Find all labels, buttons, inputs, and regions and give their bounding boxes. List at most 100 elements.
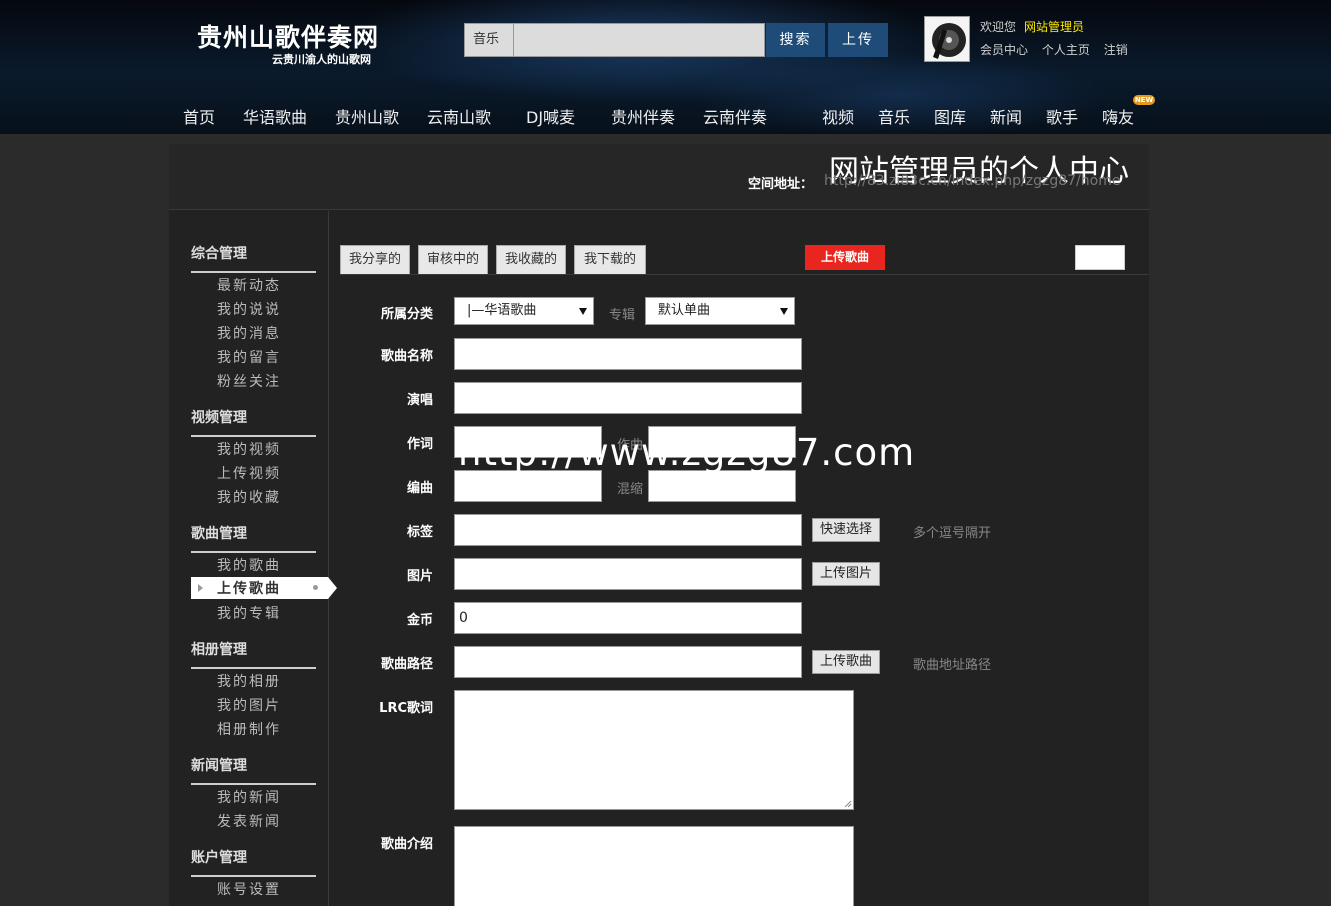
nav-item-friends[interactable]: 嗨友 <box>1102 104 1134 128</box>
avatar-image <box>925 17 969 61</box>
sidebar-item-my-news[interactable]: 我的新闻 <box>217 787 281 807</box>
site-logo-title[interactable]: 贵州山歌伴奏网 <box>197 18 379 54</box>
nav-item-guizhou-accomp[interactable]: 贵州伴奏 <box>611 104 675 128</box>
sidebar-item-my-songs[interactable]: 我的歌曲 <box>217 555 281 575</box>
arranger-input[interactable] <box>454 470 602 502</box>
song-path-input[interactable] <box>454 646 802 678</box>
mixer-label: 混缩 <box>617 482 644 497</box>
image-label: 图片 <box>406 569 433 584</box>
watermark-text: http://www.zgzg87.com <box>458 431 916 474</box>
search-category-select[interactable]: 音乐 <box>465 24 514 56</box>
active-dot-icon <box>313 585 318 590</box>
sidebar-group-news: 新闻管理 <box>191 755 316 785</box>
sidebar-item-upload-video[interactable]: 上传视频 <box>217 463 281 483</box>
sidebar-item-latest-activity[interactable]: 最新动态 <box>217 275 281 295</box>
welcome-text: 欢迎您 网站管理员 <box>980 18 1084 35</box>
upload-image-button[interactable]: 上传图片 <box>812 562 880 586</box>
tags-hint: 多个逗号隔开 <box>913 526 992 541</box>
album-label: 专辑 <box>609 308 636 323</box>
sidebar-group-video: 视频管理 <box>191 407 316 437</box>
sidebar-item-album-maker[interactable]: 相册制作 <box>217 719 281 739</box>
nav-item-yunnan-folk[interactable]: 云南山歌 <box>427 104 491 128</box>
nav-item-home[interactable]: 首页 <box>183 104 215 128</box>
sidebar-item-my-messages[interactable]: 我的消息 <box>217 323 281 343</box>
nav-item-dj[interactable]: DJ喊麦 <box>526 104 575 128</box>
nav-item-guizhou-folk[interactable]: 贵州山歌 <box>335 104 399 128</box>
lyricist-label: 作词 <box>406 437 433 452</box>
lrc-textarea[interactable] <box>454 690 854 810</box>
arranger-label: 编曲 <box>406 481 433 496</box>
singer-label: 演唱 <box>406 393 433 408</box>
image-input[interactable] <box>454 558 802 590</box>
album-select[interactable]: 默认单曲 <box>645 297 795 325</box>
main-panel: 网站管理员的个人中心 空间地址： http://83.zi83c.cn/inde… <box>169 144 1149 906</box>
personal-home-link[interactable]: 个人主页 <box>1042 43 1090 57</box>
sidebar-group-songs: 歌曲管理 <box>191 523 316 553</box>
category-select[interactable]: |—华语歌曲 <box>454 297 594 325</box>
nav-item-yunnan-accomp[interactable]: 云南伴奏 <box>703 104 767 128</box>
nav-item-music[interactable]: 音乐 <box>878 104 910 128</box>
nav-item-news[interactable]: 新闻 <box>990 104 1022 128</box>
nav-item-gallery[interactable]: 图库 <box>934 104 966 128</box>
username-link[interactable]: 网站管理员 <box>1024 20 1084 34</box>
sidebar-item-my-posts[interactable]: 我的说说 <box>217 299 281 319</box>
tab-my-downloads[interactable]: 我下载的 <box>574 245 646 274</box>
sidebar-item-upload-song[interactable]: 上传歌曲 <box>191 577 337 599</box>
nav-item-video[interactable]: 视频 <box>822 104 854 128</box>
tab-upload-song[interactable]: 上传歌曲 <box>805 245 885 270</box>
resize-handle-icon[interactable] <box>844 800 852 808</box>
sidebar-group-account: 账户管理 <box>191 847 316 877</box>
song-name-input[interactable] <box>454 338 802 370</box>
search-button[interactable]: 搜索 <box>766 23 825 57</box>
sidebar-item-my-videos[interactable]: 我的视频 <box>217 439 281 459</box>
logout-link[interactable]: 注销 <box>1104 43 1128 57</box>
search-input[interactable] <box>515 24 764 56</box>
sidebar-item-publish-news[interactable]: 发表新闻 <box>217 811 281 831</box>
sidebar-item-my-albums-photo[interactable]: 我的相册 <box>217 671 281 691</box>
sidebar-item-account-settings[interactable]: 账号设置 <box>217 879 281 899</box>
avatar[interactable] <box>924 16 970 62</box>
quick-select-button[interactable]: 快速选择 <box>812 518 880 542</box>
sidebar-item-followers[interactable]: 粉丝关注 <box>217 371 281 391</box>
tab-my-shared[interactable]: 我分享的 <box>340 245 410 274</box>
coins-label: 金币 <box>406 613 433 628</box>
space-address-label: 空间地址： <box>748 177 814 192</box>
tab-under-review[interactable]: 审核中的 <box>418 245 488 274</box>
new-badge: NEW <box>1133 95 1155 105</box>
member-center-link[interactable]: 会员中心 <box>980 43 1028 57</box>
site-logo-subtitle: 云贵川渝人的山歌网 <box>272 53 371 66</box>
tags-input[interactable] <box>454 514 802 546</box>
sidebar-item-my-comments[interactable]: 我的留言 <box>217 347 281 367</box>
blank-button[interactable] <box>1075 245 1125 270</box>
sidebar-item-my-favorites[interactable]: 我的收藏 <box>217 487 281 507</box>
active-triangle-icon <box>198 584 203 592</box>
lrc-label: LRC歌词 <box>379 701 433 716</box>
active-arrow-icon <box>328 577 337 599</box>
nav-item-singers[interactable]: 歌手 <box>1046 104 1078 128</box>
song-intro-textarea[interactable] <box>454 826 854 906</box>
album-value: 默认单曲 <box>658 303 711 318</box>
search-box: 音乐 <box>464 23 765 57</box>
sidebar-item-label: 上传歌曲 <box>217 581 281 597</box>
nav-item-chinese-songs[interactable]: 华语歌曲 <box>243 104 307 128</box>
song-path-hint: 歌曲地址路径 <box>913 658 992 673</box>
song-intro-label: 歌曲介绍 <box>380 837 433 852</box>
tags-label: 标签 <box>406 525 433 540</box>
coins-input[interactable]: 0 <box>454 602 802 634</box>
song-path-label: 歌曲路径 <box>380 657 433 672</box>
tab-my-favorites[interactable]: 我收藏的 <box>496 245 566 274</box>
upload-song-file-button[interactable]: 上传歌曲 <box>812 650 880 674</box>
tab-divider <box>340 274 1149 275</box>
mixer-input[interactable] <box>648 470 796 502</box>
page-header: 网站管理员的个人中心 空间地址： http://83.zi83c.cn/inde… <box>169 144 1149 210</box>
sidebar-item-my-albums[interactable]: 我的专辑 <box>217 603 281 623</box>
upload-button[interactable]: 上传 <box>828 23 888 57</box>
user-links: 会员中心 个人主页 注销 <box>980 41 1138 58</box>
space-address-link[interactable]: http://83.zi83c.cn/index.php/zgzg87/home <box>824 173 1120 189</box>
chevron-down-icon <box>579 308 587 315</box>
singer-input[interactable] <box>454 382 802 414</box>
welcome-label: 欢迎您 <box>980 20 1017 34</box>
sidebar-item-my-pictures[interactable]: 我的图片 <box>217 695 281 715</box>
chevron-down-icon <box>780 308 788 315</box>
sidebar-group-general: 综合管理 <box>191 243 316 273</box>
